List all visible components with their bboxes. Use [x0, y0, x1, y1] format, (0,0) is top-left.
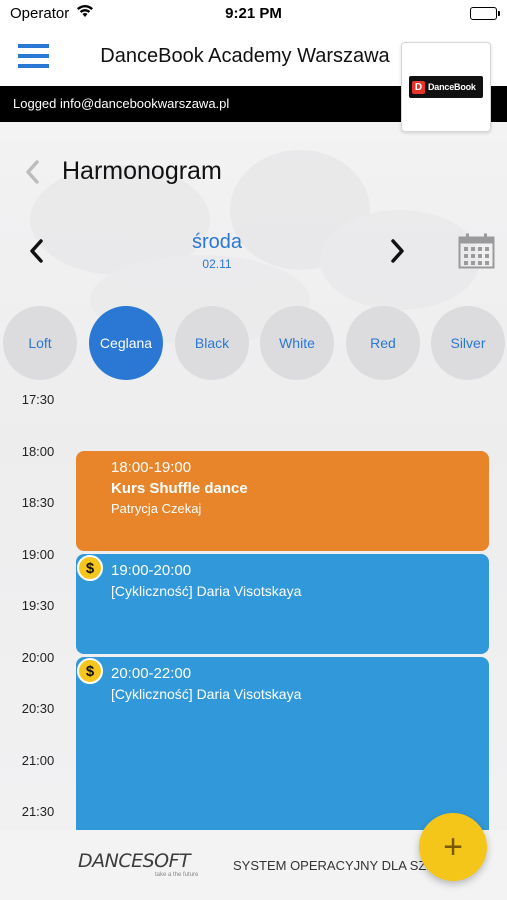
room-selector: Loft Ceglana Black White Red Silver — [0, 306, 507, 380]
event-instructor: [Cykliczność] Daria Visotskaya — [111, 686, 302, 702]
page-title: Harmonogram — [62, 157, 222, 185]
battery-icon — [470, 7, 500, 20]
room-chip-black[interactable]: Black — [175, 306, 249, 380]
previous-day-arrow-icon[interactable] — [26, 237, 48, 265]
time-label: 19:30 — [21, 598, 55, 613]
dollar-icon: $ — [77, 658, 103, 684]
day-name[interactable]: środa — [150, 231, 284, 254]
event-card[interactable]: 18:00-19:00 Kurs Shuffle dance Patrycja … — [76, 451, 489, 551]
time-label: 20:30 — [21, 701, 55, 716]
room-chip-white[interactable]: White — [260, 306, 334, 380]
time-label: 19:00 — [21, 547, 55, 562]
time-label: 20:00 — [21, 650, 55, 665]
day-date: 02.11 — [202, 257, 232, 271]
status-bar: Operator 9:21 PM — [0, 0, 507, 28]
next-day-arrow-icon[interactable] — [386, 237, 408, 265]
time-label: 18:00 — [21, 444, 55, 459]
back-arrow-icon[interactable] — [22, 159, 44, 185]
footer-tagline: SYSTEM OPERACYJNY DLA SZKÓŁ TAŃCA — [233, 858, 433, 873]
room-chip-red[interactable]: Red — [346, 306, 420, 380]
event-time: 19:00-20:00 — [111, 562, 192, 579]
event-instructor: Patrycja Czekaj — [111, 501, 202, 516]
room-chip-ceglana[interactable]: Ceglana — [89, 306, 163, 380]
calendar-icon[interactable] — [458, 233, 495, 269]
time-label: 21:30 — [21, 804, 55, 819]
room-chip-loft[interactable]: Loft — [3, 306, 77, 380]
add-button[interactable]: + — [419, 813, 487, 881]
event-time: 20:00-22:00 — [111, 665, 192, 682]
school-logo[interactable]: D DanceBook — [401, 42, 491, 132]
logged-in-user: Logged info@dancebookwarszawa.pl — [13, 96, 230, 111]
time-label: 17:30 — [21, 392, 55, 407]
time-label: 18:30 — [21, 495, 55, 510]
event-instructor: [Cykliczność] Daria Visotskaya — [111, 583, 302, 599]
dancebook-logo: D DanceBook — [409, 76, 483, 98]
dancesoft-logo: DANCESOFT — [78, 850, 191, 872]
event-card[interactable]: $ 20:00-22:00 [Cykliczność] Daria Visots… — [76, 657, 489, 837]
event-card[interactable]: $ 19:00-20:00 [Cykliczność] Daria Visots… — [76, 554, 489, 654]
room-chip-silver[interactable]: Silver — [431, 306, 505, 380]
clock: 9:21 PM — [225, 5, 282, 22]
dancesoft-logo-subtitle: take a the future — [155, 872, 199, 878]
time-label: 21:00 — [21, 753, 55, 768]
event-title: Kurs Shuffle dance — [111, 480, 248, 497]
dollar-icon: $ — [77, 555, 103, 581]
event-time: 18:00-19:00 — [111, 459, 192, 476]
